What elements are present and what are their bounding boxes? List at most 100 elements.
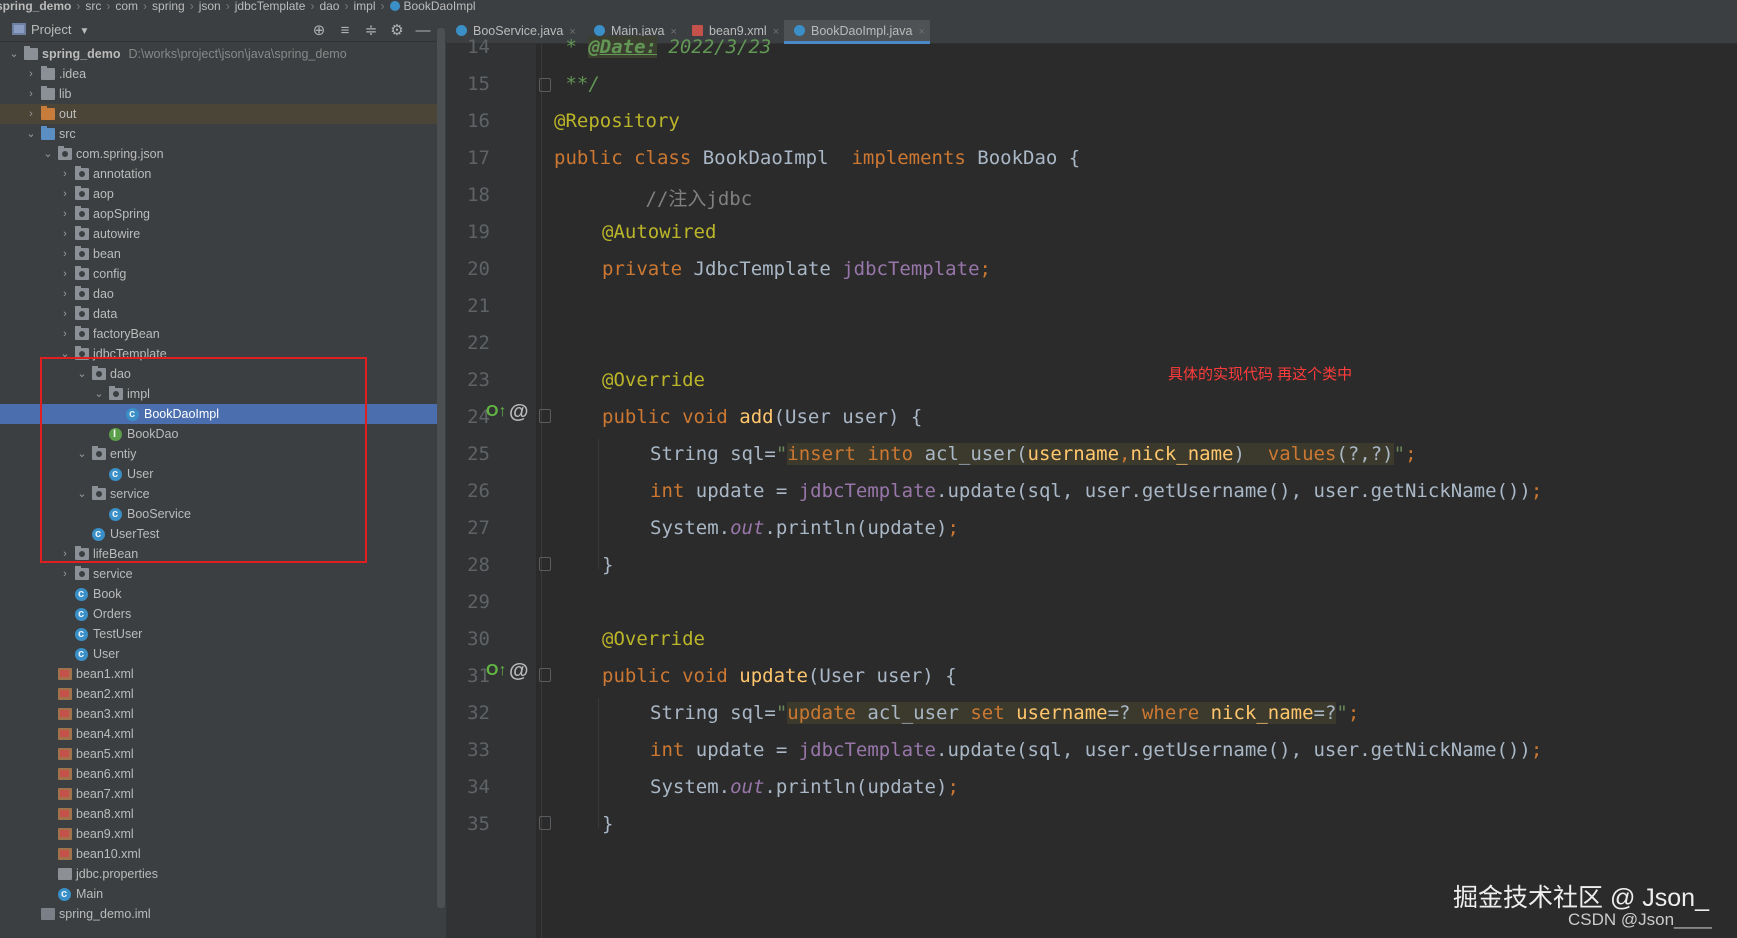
tree-item[interactable]: › service	[0, 564, 440, 584]
tree-item[interactable]: bean9.xml	[0, 824, 440, 844]
hide-icon[interactable]: —	[410, 22, 436, 39]
tree-item[interactable]: bean8.xml	[0, 804, 440, 824]
tree-item[interactable]: TestUser	[0, 624, 440, 644]
chevron-right-icon[interactable]: ›	[59, 244, 71, 264]
fold-marker-icon[interactable]	[539, 668, 551, 682]
indent-guide	[598, 698, 599, 828]
close-icon[interactable]: ×	[773, 26, 779, 38]
tree-item[interactable]: jdbc.properties	[0, 864, 440, 884]
tree-item[interactable]: › aop	[0, 184, 440, 204]
tree-item[interactable]: bean7.xml	[0, 784, 440, 804]
line-number: 33	[467, 739, 490, 761]
tree-item-text: .idea	[59, 64, 86, 84]
chevron-right-icon[interactable]: ›	[25, 64, 37, 84]
autowire-at-icon[interactable]: @	[509, 401, 529, 424]
line-number: 28	[467, 554, 490, 576]
class-icon	[75, 624, 88, 644]
package-icon	[75, 226, 89, 240]
override-marker-icon[interactable]: O↑	[486, 403, 506, 421]
project-scrollbar[interactable]	[437, 28, 445, 908]
tree-item[interactable]: › .idea	[0, 64, 440, 84]
tree-item[interactable]: › lib	[0, 84, 440, 104]
chevron-right-icon[interactable]: ›	[25, 104, 37, 124]
gear-icon[interactable]: ⚙	[384, 21, 410, 39]
fold-marker-icon[interactable]	[539, 409, 551, 423]
code-editor[interactable]: 14 15 16 17 18 19 20 21 22 23 24 25 26 27 28 29 30 31 32 33…	[446, 36, 1737, 938]
chevron-down-icon[interactable]: ⌄	[8, 44, 20, 64]
tree-item[interactable]: › data	[0, 304, 440, 324]
tree-item[interactable]: › aopSpring	[0, 204, 440, 224]
chevron-right-icon[interactable]: ›	[59, 224, 71, 244]
chevron-right-icon[interactable]: ›	[59, 304, 71, 324]
tree-item[interactable]: User	[0, 644, 440, 664]
tree-item-text: src	[59, 124, 76, 144]
chevron-right-icon[interactable]: ›	[59, 204, 71, 224]
breadcrumb-item[interactable]: src	[85, 0, 101, 12]
tree-item[interactable]: ⌄ com.spring.json	[0, 144, 440, 164]
tree-item[interactable]: › annotation	[0, 164, 440, 184]
breadcrumb-item[interactable]: json	[199, 0, 221, 12]
breadcrumb-item[interactable]: spring_demo	[0, 0, 71, 12]
project-toolbar: ⊕ ≡ ≑ ⚙ —	[306, 21, 436, 39]
collapse-all-icon[interactable]: ≑	[358, 21, 384, 39]
chevron-right-icon[interactable]: ›	[59, 564, 71, 584]
expand-all-icon[interactable]: ≡	[332, 22, 358, 39]
tree-item[interactable]: › factoryBean	[0, 324, 440, 344]
tree-item[interactable]: bean10.xml	[0, 844, 440, 864]
breadcrumb-item[interactable]: impl	[353, 0, 375, 12]
breadcrumb-item[interactable]: spring	[152, 0, 185, 12]
breadcrumb-separator-icon: ›	[106, 0, 111, 13]
tree-item[interactable]: bean5.xml	[0, 744, 440, 764]
breadcrumb-item[interactable]: dao	[319, 0, 339, 12]
chevron-down-icon[interactable]: ⌄	[42, 144, 54, 164]
project-path: D:\works\project\json\java\spring_demo	[128, 47, 347, 61]
editor-tab[interactable]: BookDaoImpl.java ×	[784, 20, 930, 44]
xml-file-icon	[692, 25, 703, 36]
chevron-right-icon[interactable]: ›	[25, 84, 37, 104]
tree-item[interactable]: bean6.xml	[0, 764, 440, 784]
tree-item[interactable]: Book	[0, 584, 440, 604]
locate-icon[interactable]: ⊕	[306, 21, 332, 39]
tree-item[interactable]: › out	[0, 104, 440, 124]
xml-file-icon	[58, 688, 72, 700]
autowire-at-icon[interactable]: @	[509, 660, 529, 683]
package-icon	[75, 566, 89, 580]
tree-item[interactable]: bean4.xml	[0, 724, 440, 744]
fold-marker-icon[interactable]	[539, 816, 551, 830]
project-view-selector[interactable]: Project ▼	[12, 22, 89, 37]
tree-item-text: bean6.xml	[76, 764, 134, 784]
tree-item[interactable]: spring_demo.iml	[0, 904, 440, 924]
chevron-right-icon[interactable]: ›	[59, 324, 71, 344]
chevron-down-icon[interactable]: ⌄	[25, 124, 37, 144]
tree-item[interactable]: › bean	[0, 244, 440, 264]
tree-item-text: data	[93, 304, 117, 324]
close-icon[interactable]: ×	[918, 26, 924, 38]
chevron-right-icon[interactable]: ›	[59, 164, 71, 184]
tree-item-label: bean9.xml	[76, 827, 134, 841]
tree-item[interactable]: ⌄ src	[0, 124, 440, 144]
tree-item[interactable]: bean2.xml	[0, 684, 440, 704]
override-marker-icon[interactable]: O↑	[486, 662, 506, 680]
xml-file-icon	[58, 668, 72, 680]
tree-item[interactable]: Main	[0, 884, 440, 904]
tree-item-text: jdbc.properties	[76, 864, 158, 884]
tree-item[interactable]: ⌄ spring_demo D:\works\project\json\java\s…	[0, 44, 440, 64]
breadcrumb-item[interactable]: BookDaoImpl	[404, 0, 476, 12]
breadcrumb-item[interactable]: jdbcTemplate	[235, 0, 306, 12]
breadcrumb-item[interactable]: com	[115, 0, 138, 12]
tree-item[interactable]: › dao	[0, 284, 440, 304]
tree-item[interactable]: › config	[0, 264, 440, 284]
tree-item[interactable]: › autowire	[0, 224, 440, 244]
tree-item[interactable]: bean1.xml	[0, 664, 440, 684]
chevron-right-icon[interactable]: ›	[59, 284, 71, 304]
fold-marker-icon[interactable]	[539, 78, 551, 92]
tree-item[interactable]: Orders	[0, 604, 440, 624]
chevron-down-icon[interactable]: ▼	[79, 26, 89, 37]
project-panel: Project ▼ ⊕ ≡ ≑ ⚙ — ⌄ spring_demo D:\works\proj…	[0, 14, 446, 938]
chevron-right-icon[interactable]: ›	[59, 264, 71, 284]
line-number: 19	[467, 221, 490, 243]
package-icon	[75, 306, 89, 320]
tree-item[interactable]: bean3.xml	[0, 704, 440, 724]
chevron-right-icon[interactable]: ›	[59, 184, 71, 204]
fold-marker-icon[interactable]	[539, 557, 551, 571]
